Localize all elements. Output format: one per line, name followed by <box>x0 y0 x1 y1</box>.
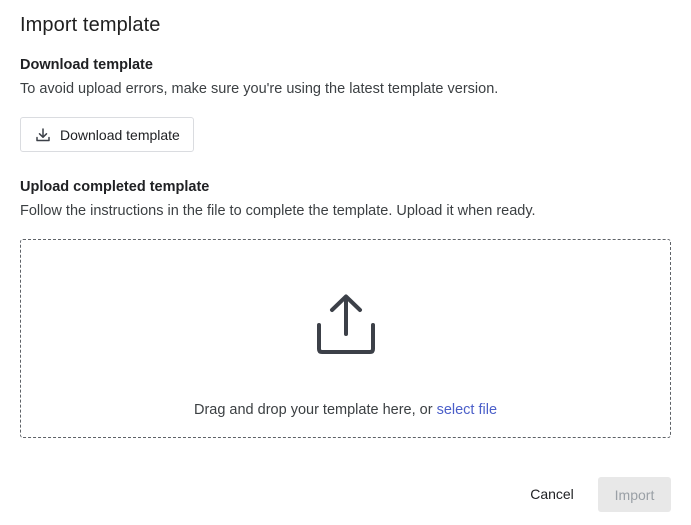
download-section-heading: Download template <box>20 57 153 73</box>
upload-icon <box>314 292 378 356</box>
download-section-description: To avoid upload errors, make sure you're… <box>20 81 499 97</box>
import-button[interactable]: Import <box>598 477 671 512</box>
dropzone-prompt-text: Drag and drop your template here, or <box>193 402 433 418</box>
download-template-button-label: Download template <box>60 126 180 143</box>
dialog-title: Import template <box>20 14 161 36</box>
select-file-link[interactable]: select file <box>437 402 497 418</box>
import-template-dialog: Import template Download template To avo… <box>0 0 691 525</box>
cancel-button[interactable]: Cancel <box>522 477 582 511</box>
download-template-button[interactable]: Download template <box>20 117 194 152</box>
upload-section-description: Follow the instructions in the file to c… <box>20 203 536 219</box>
file-dropzone[interactable]: Drag and drop your template here, or sel… <box>20 239 671 438</box>
dropzone-prompt: Drag and drop your template here, or sel… <box>21 402 670 418</box>
download-icon <box>35 127 51 143</box>
upload-section-heading: Upload completed template <box>20 179 210 195</box>
